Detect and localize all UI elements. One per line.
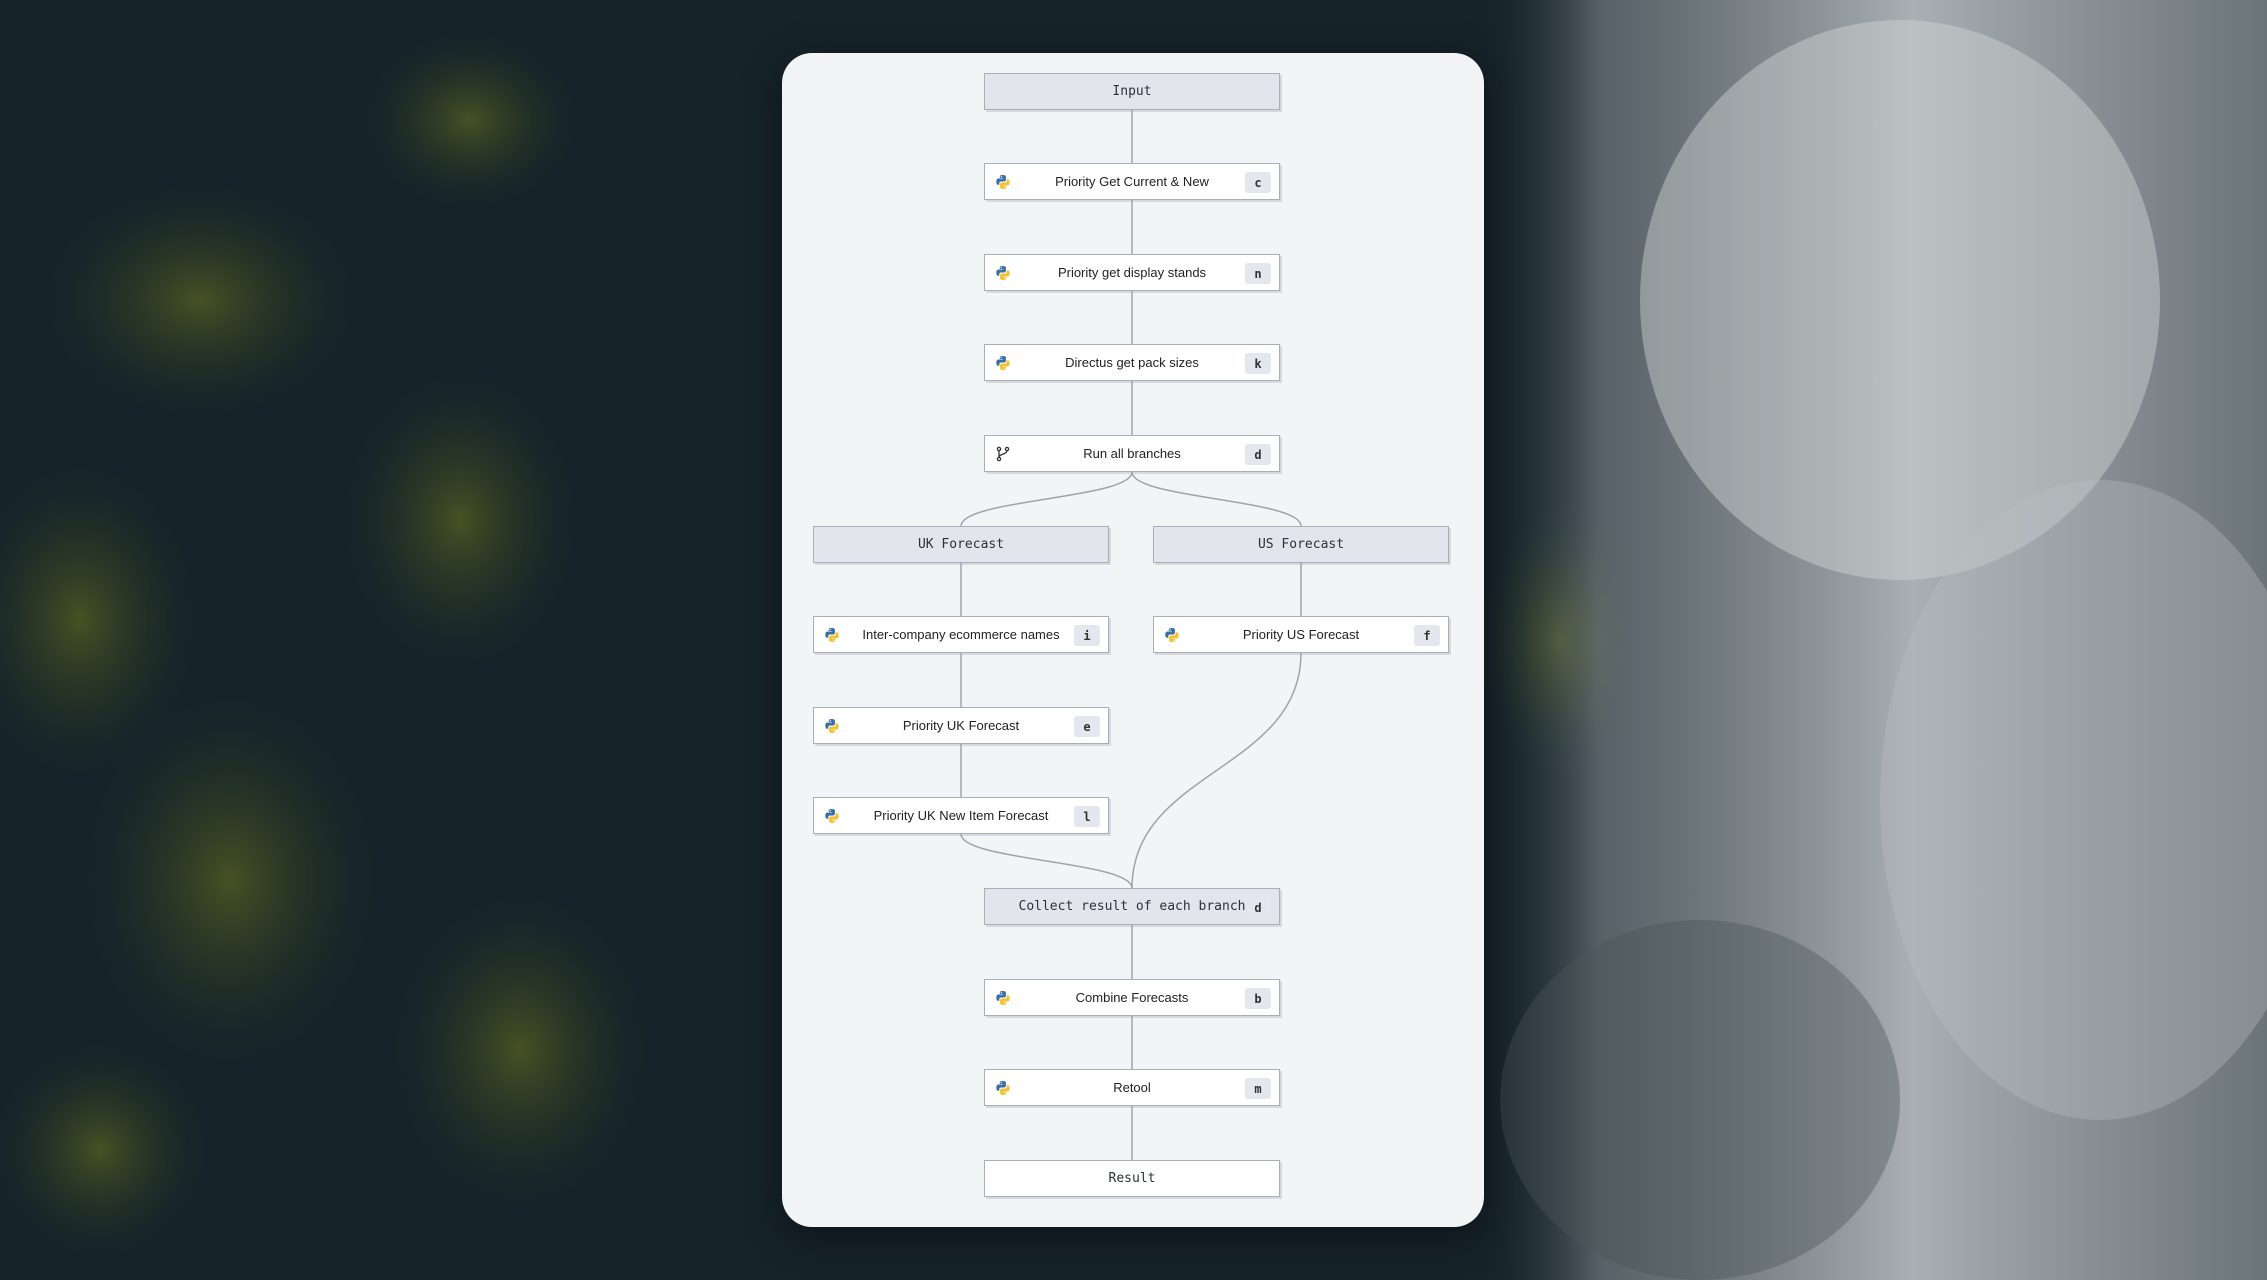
node-ecommerce-names[interactable]: Inter-company ecommerce names i — [813, 616, 1109, 653]
node-label: Priority UK New Item Forecast — [873, 808, 1049, 823]
node-label: Priority US Forecast — [1242, 627, 1360, 642]
node-display-stands[interactable]: Priority get display stands n — [984, 254, 1280, 291]
node-key-badge: c — [1245, 172, 1271, 193]
node-key-badge: l — [1074, 806, 1100, 827]
edge-us-priority-to-collect — [1131, 652, 1302, 889]
node-key-badge: d — [1245, 444, 1271, 465]
node-label: US Forecast — [1257, 537, 1345, 552]
node-us-forecast[interactable]: US Forecast — [1153, 526, 1449, 563]
node-label: Collect result of each branch — [1018, 899, 1246, 914]
node-uk-new-item[interactable]: Priority UK New Item Forecast l — [813, 797, 1109, 834]
edge-run-branches-to-us-forecast — [1131, 471, 1302, 527]
node-label: Priority UK Forecast — [902, 718, 1020, 733]
flow-diagram-card: Input Priority Get Current & New c Priority… — [782, 53, 1484, 1227]
node-label: Directus get pack sizes — [1065, 355, 1199, 370]
node-pack-sizes[interactable]: Directus get pack sizes k — [984, 344, 1280, 381]
node-collect[interactable]: Collect result of each branch d — [984, 888, 1280, 925]
node-uk-priority[interactable]: Priority UK Forecast e — [813, 707, 1109, 744]
node-label: UK Forecast — [917, 537, 1005, 552]
node-key-badge: e — [1074, 716, 1100, 737]
node-combine[interactable]: Combine Forecasts b — [984, 979, 1280, 1016]
node-label: Combine Forecasts — [1075, 990, 1189, 1005]
node-label: Retool — [1113, 1080, 1151, 1095]
node-key-badge: f — [1414, 625, 1440, 646]
node-label: Result — [1108, 1171, 1156, 1186]
edge-run-branches-to-uk-forecast — [960, 471, 1133, 527]
node-label: Priority Get Current & New — [1055, 174, 1209, 189]
node-label: Priority get display stands — [1057, 265, 1207, 280]
node-uk-forecast[interactable]: UK Forecast — [813, 526, 1109, 563]
node-label: Run all branches — [1083, 446, 1181, 461]
node-result[interactable]: Result — [984, 1160, 1280, 1197]
node-get-current-new[interactable]: Priority Get Current & New c — [984, 163, 1280, 200]
node-key-badge: d — [1245, 897, 1271, 918]
edge-uk-new-item-to-collect — [960, 833, 1133, 889]
node-key-badge: m — [1245, 1078, 1271, 1099]
node-retool[interactable]: Retool m — [984, 1069, 1280, 1106]
node-us-priority[interactable]: Priority US Forecast f — [1153, 616, 1449, 653]
node-input[interactable]: Input — [984, 73, 1280, 110]
node-key-badge: b — [1245, 988, 1271, 1009]
node-key-badge: i — [1074, 625, 1100, 646]
node-key-badge: k — [1245, 353, 1271, 374]
node-run-branches[interactable]: Run all branches d — [984, 435, 1280, 472]
node-label: Inter-company ecommerce names — [862, 627, 1060, 642]
node-label: Input — [1112, 84, 1152, 99]
node-key-badge: n — [1245, 263, 1271, 284]
